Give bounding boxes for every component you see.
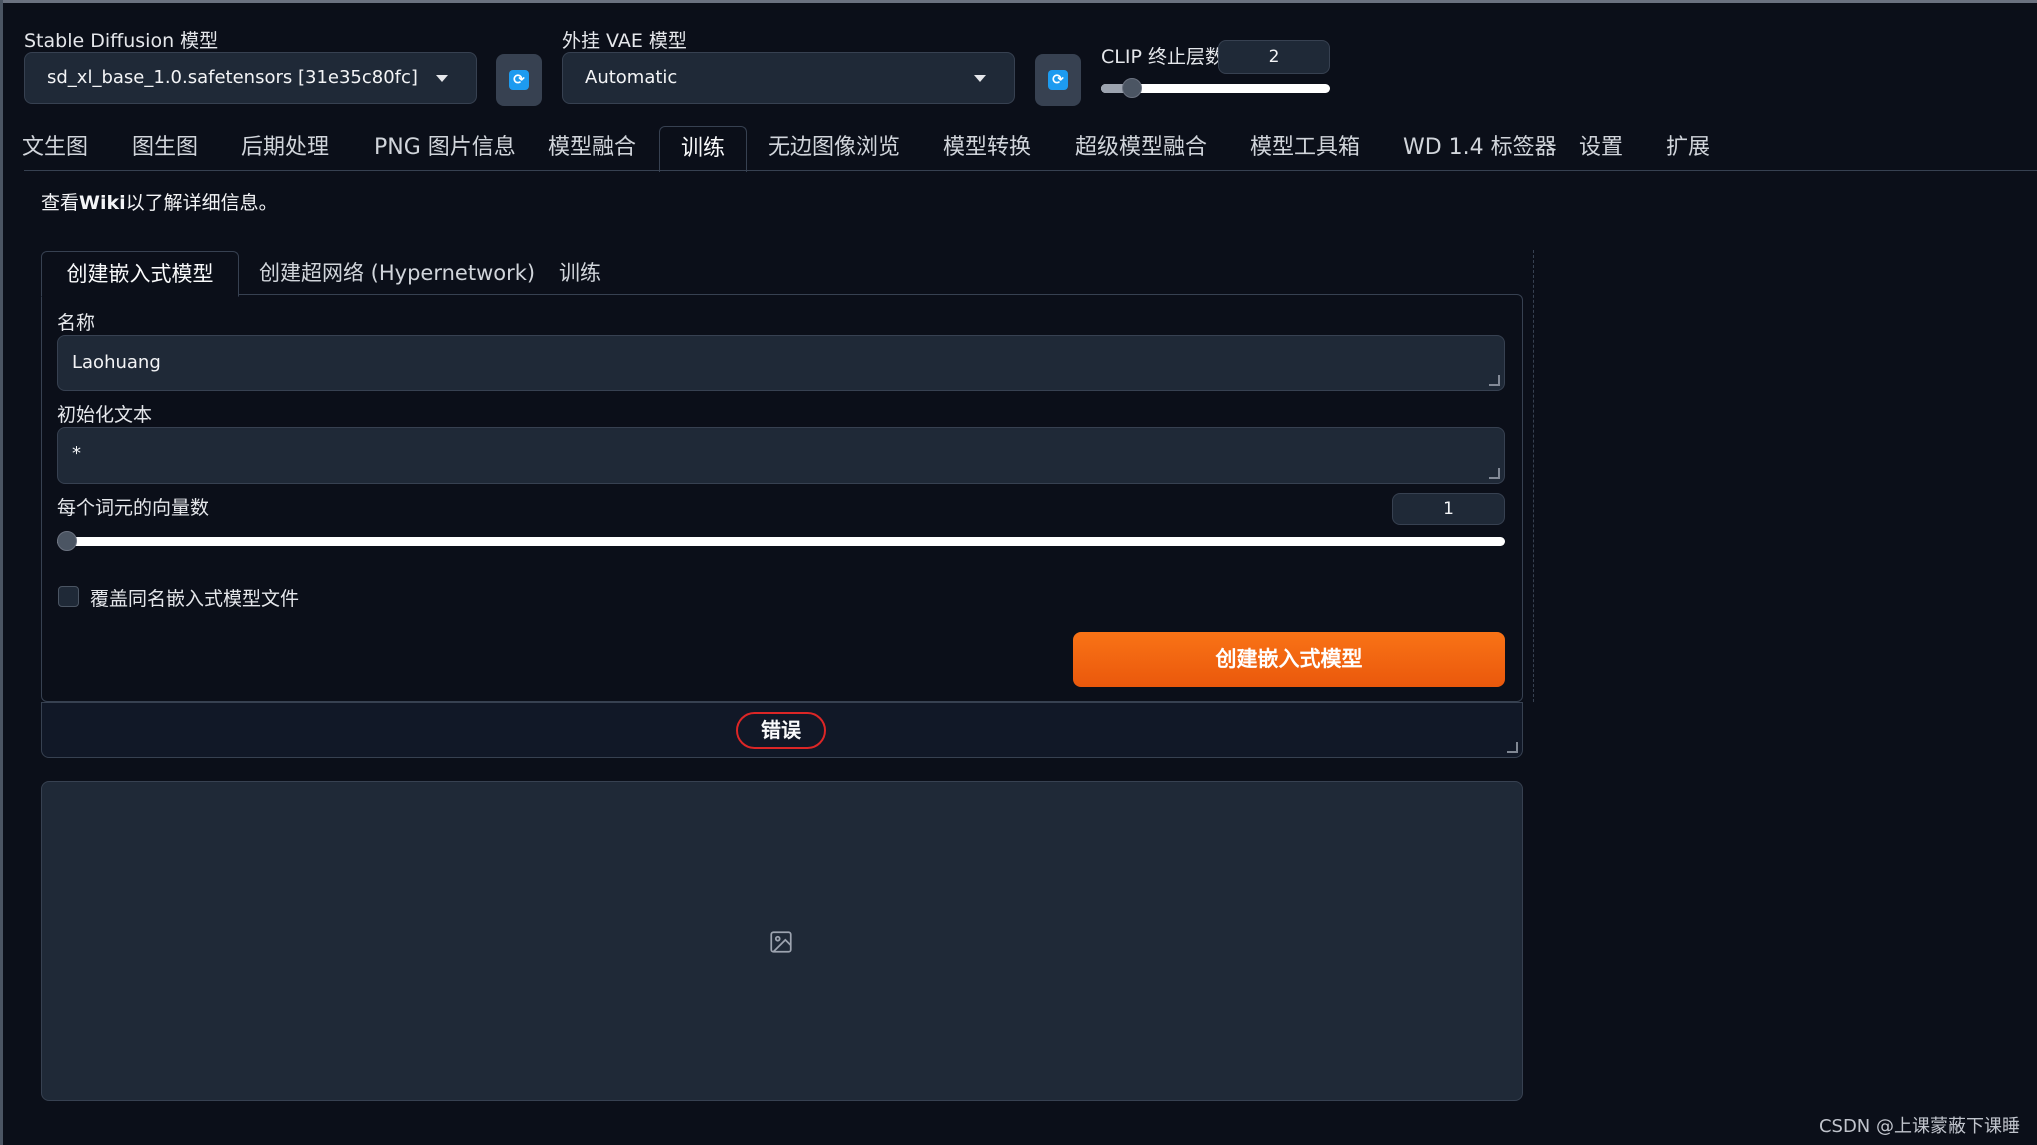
vae-value: Automatic [585, 67, 678, 88]
vae-label: 外挂 VAE 模型 [562, 30, 687, 52]
sd-model-dropdown[interactable]: sd_xl_base_1.0.safetensors [31e35c80fc] [24, 52, 477, 104]
chevron-down-icon [436, 75, 448, 82]
tab-0[interactable]: 文生图 [22, 126, 88, 170]
subtab-create-embedding[interactable]: 创建嵌入式模型 [41, 251, 239, 297]
watermark: CSDN @上课蒙蔽下课睡 [1818, 1116, 2020, 1137]
tabs-divider [24, 170, 2037, 171]
tab-4[interactable]: 模型融合 [548, 126, 636, 170]
overwrite-label: 覆盖同名嵌入式模型文件 [90, 588, 300, 610]
init-text-input[interactable]: * [57, 427, 1505, 484]
clip-label: CLIP 终止层数 [1101, 46, 1224, 68]
vectors-slider[interactable] [57, 537, 1505, 546]
window-left-edge [0, 0, 3, 1145]
wiki-link[interactable]: Wiki [79, 192, 126, 214]
name-label: 名称 [57, 312, 96, 334]
vectors-slider-thumb[interactable] [57, 531, 77, 551]
init-text-value: * [72, 443, 81, 464]
resize-handle-icon[interactable] [1507, 742, 1518, 753]
tab-10[interactable]: WD 1.4 标签器 [1403, 126, 1557, 170]
name-value: Laohuang [72, 352, 161, 373]
error-badge: 错误 [736, 712, 826, 749]
vae-dropdown[interactable]: Automatic [562, 52, 1015, 104]
window-top-edge [0, 0, 2037, 3]
refresh-icon: ⟳ [1048, 70, 1068, 90]
tab-7[interactable]: 模型转换 [943, 126, 1031, 170]
sd-model-label: Stable Diffusion 模型 [24, 30, 219, 52]
name-input[interactable]: Laohuang [57, 335, 1505, 391]
sd-model-value: sd_xl_base_1.0.safetensors [31e35c80fc] [47, 67, 418, 88]
tab-6[interactable]: 无边图像浏览 [768, 126, 900, 170]
create-embedding-button[interactable]: 创建嵌入式模型 [1073, 632, 1505, 687]
tab-2[interactable]: 后期处理 [241, 126, 329, 170]
clip-value-input[interactable]: 2 [1218, 40, 1330, 74]
sd-model-refresh-button[interactable]: ⟳ [496, 54, 542, 106]
clip-slider-thumb[interactable] [1121, 78, 1142, 98]
vae-refresh-button[interactable]: ⟳ [1035, 54, 1081, 106]
image-placeholder-icon [770, 931, 792, 953]
wiki-note: 查看Wiki以了解详细信息。 [41, 188, 278, 215]
init-text-label: 初始化文本 [57, 404, 153, 426]
resize-handle-icon[interactable] [1489, 375, 1500, 386]
chevron-down-icon [974, 75, 986, 82]
resize-handle-icon[interactable] [1489, 468, 1500, 479]
tab-3[interactable]: PNG 图片信息 [374, 126, 516, 170]
tab-11[interactable]: 设置 [1579, 126, 1623, 170]
tab-12[interactable]: 扩展 [1666, 126, 1710, 170]
refresh-icon: ⟳ [509, 70, 529, 90]
vectors-value-input[interactable]: 1 [1392, 493, 1505, 525]
vectors-label: 每个词元的向量数 [57, 497, 210, 519]
subtab-create-hypernetwork[interactable]: 创建超网络 (Hypernetwork) [259, 251, 535, 295]
overwrite-checkbox[interactable] [58, 586, 79, 607]
tab-5[interactable]: 训练 [659, 126, 747, 172]
tab-9[interactable]: 模型工具箱 [1250, 126, 1360, 170]
wiki-prefix: 查看 [41, 192, 80, 214]
panel-divider [1533, 250, 1534, 702]
subtab-train[interactable]: 训练 [559, 251, 601, 295]
tab-8[interactable]: 超级模型融合 [1075, 126, 1207, 170]
tab-1[interactable]: 图生图 [132, 126, 198, 170]
wiki-suffix: 以了解详细信息。 [125, 192, 278, 214]
